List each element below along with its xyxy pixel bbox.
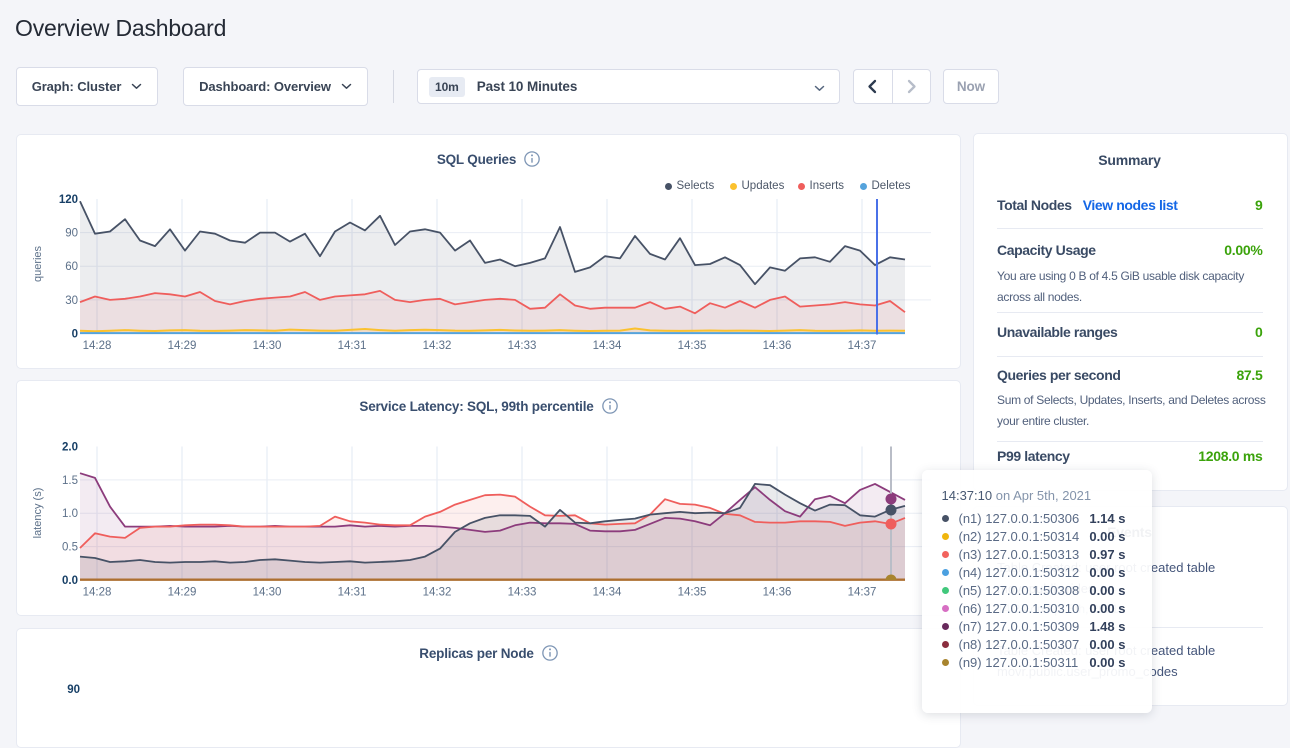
svg-text:14:37: 14:37	[848, 340, 877, 352]
svg-text:14:35: 14:35	[678, 340, 707, 352]
svg-text:14:31: 14:31	[338, 587, 367, 599]
svg-text:14:34: 14:34	[593, 587, 622, 599]
svg-text:14:30: 14:30	[253, 587, 282, 599]
svg-text:14:29: 14:29	[168, 587, 197, 599]
svg-text:90: 90	[65, 228, 78, 240]
svg-text:14:33: 14:33	[508, 587, 537, 599]
svg-text:0: 0	[72, 329, 78, 341]
svg-text:14:37: 14:37	[848, 587, 877, 599]
svg-text:30: 30	[65, 295, 78, 307]
svg-text:120: 120	[59, 194, 78, 206]
svg-text:14:30: 14:30	[253, 340, 282, 352]
svg-text:14:28: 14:28	[83, 340, 112, 352]
svg-text:0.0: 0.0	[62, 575, 78, 587]
svg-text:1.5: 1.5	[62, 475, 78, 487]
svg-text:14:29: 14:29	[168, 340, 197, 352]
svg-text:14:32: 14:32	[423, 340, 452, 352]
svg-text:14:36: 14:36	[763, 587, 792, 599]
svg-text:14:34: 14:34	[593, 340, 622, 352]
svg-text:14:33: 14:33	[508, 340, 537, 352]
svg-text:60: 60	[65, 261, 78, 273]
svg-text:1.0: 1.0	[62, 508, 78, 520]
svg-text:14:31: 14:31	[338, 340, 367, 352]
svg-text:14:35: 14:35	[678, 587, 707, 599]
svg-text:14:28: 14:28	[83, 587, 112, 599]
svg-text:0.5: 0.5	[62, 542, 78, 554]
svg-text:2.0: 2.0	[62, 442, 78, 454]
svg-text:14:36: 14:36	[763, 340, 792, 352]
svg-text:14:32: 14:32	[423, 587, 452, 599]
